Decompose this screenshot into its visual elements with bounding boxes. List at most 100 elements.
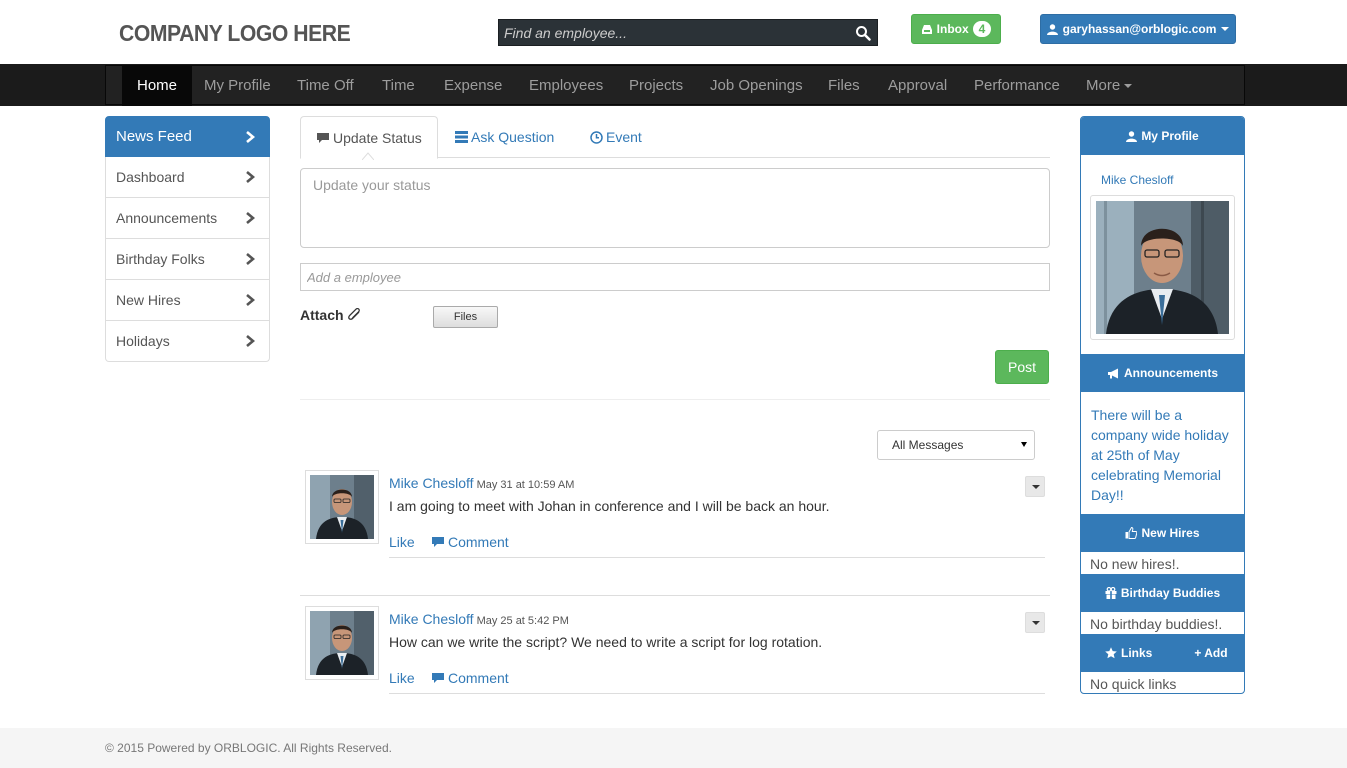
divider (300, 595, 1050, 596)
nav-approval[interactable]: Approval (873, 66, 962, 106)
nav-employees[interactable]: Employees (514, 66, 618, 106)
chevron-right-icon (246, 253, 255, 265)
nav-expense[interactable]: Expense (429, 66, 517, 106)
post-author-link[interactable]: Mike Chesloff (389, 475, 474, 491)
left-sidebar: News Feed Dashboard Announcements Birthd… (105, 116, 270, 362)
sidebar-item-birthday-folks[interactable]: Birthday Folks (105, 239, 270, 280)
right-sidebar: My Profile Mike Chesloff Announcements T… (1080, 116, 1245, 694)
caret-down-icon (1032, 485, 1040, 489)
search-icon[interactable] (855, 25, 871, 41)
nav-time[interactable]: Time (367, 66, 430, 106)
inbox-icon (921, 24, 932, 34)
comment-label: Comment (448, 534, 509, 550)
user-menu-button[interactable]: garyhassan@orblogic.com (1040, 14, 1236, 44)
panel-title: New Hires (1141, 526, 1200, 540)
nav-more[interactable]: More (1071, 66, 1147, 106)
thumbs-up-icon (1125, 527, 1138, 539)
sidebar-item-label: Birthday Folks (116, 251, 205, 267)
sidebar-item-announcements[interactable]: Announcements (105, 198, 270, 239)
post-author-link[interactable]: Mike Chesloff (389, 611, 474, 627)
like-link[interactable]: Like (389, 670, 415, 686)
comment-icon (432, 537, 444, 547)
tab-label: Event (606, 129, 642, 145)
user-icon (1046, 23, 1058, 35)
footer-copyright: © 2015 Powered by ORBLOGIC. All Rights R… (105, 741, 392, 755)
status-textarea[interactable] (300, 168, 1050, 248)
user-email: garyhassan@orblogic.com (1062, 22, 1217, 36)
sidebar-item-news-feed[interactable]: News Feed (105, 116, 270, 157)
inbox-label: Inbox (936, 22, 969, 36)
sidebar-item-label: Dashboard (116, 169, 185, 185)
chevron-right-icon (246, 294, 255, 306)
chevron-right-icon (246, 212, 255, 224)
tab-label: Ask Question (471, 129, 555, 145)
inbox-count-badge: 4 (972, 21, 992, 37)
attach-label: Attach (300, 307, 363, 323)
post-text: I am going to meet with Johan in confere… (389, 498, 830, 514)
tab-label: Update Status (333, 129, 422, 146)
star-icon (1105, 647, 1117, 659)
person-photo (310, 611, 374, 675)
person-photo (1096, 201, 1229, 334)
nav-home[interactable]: Home (122, 66, 193, 106)
nav-job-openings[interactable]: Job Openings (695, 66, 818, 106)
tab-ask-question[interactable]: Ask Question (440, 116, 569, 158)
nav-files[interactable]: Files (813, 66, 875, 106)
tab-pointer-arrow (362, 152, 374, 160)
comment-label: Comment (448, 670, 509, 686)
nav-performance[interactable]: Performance (959, 66, 1075, 106)
main-navbar: Home My Profile Time Off Time Expense Em… (0, 64, 1347, 106)
new-hires-header: New Hires (1081, 514, 1244, 552)
avatar[interactable] (305, 606, 379, 680)
post-options-dropdown[interactable] (1025, 612, 1045, 633)
announcement-text[interactable]: There will be a company wide holiday at … (1091, 405, 1236, 505)
tab-event[interactable]: Event (575, 116, 657, 158)
sidebar-item-holidays[interactable]: Holidays (105, 321, 270, 362)
birthday-empty-text: No birthday buddies!. (1090, 616, 1223, 632)
chevron-right-icon (246, 131, 255, 143)
list-icon (455, 131, 468, 143)
panel-title: Birthday Buddies (1120, 586, 1221, 600)
profile-photo[interactable] (1090, 195, 1235, 340)
post-date: May 25 at 5:42 PM (476, 615, 569, 627)
nav-more-label: More (1086, 77, 1121, 94)
sidebar-item-new-hires[interactable]: New Hires (105, 280, 270, 321)
like-link[interactable]: Like (389, 534, 415, 550)
post-button[interactable]: Post (995, 350, 1049, 384)
nav-my-profile[interactable]: My Profile (189, 66, 286, 106)
announcements-header: Announcements (1081, 354, 1244, 392)
sidebar-item-label: Holidays (116, 333, 170, 349)
comment-link[interactable]: Comment (431, 670, 509, 686)
dropdown-arrow-icon (1021, 442, 1027, 447)
sidebar-item-label: New Hires (116, 292, 181, 308)
caret-down-icon (1124, 84, 1133, 89)
gift-icon (1105, 587, 1117, 599)
profile-name-link[interactable]: Mike Chesloff (1101, 173, 1173, 187)
add-employee-input[interactable] (300, 263, 1050, 291)
add-link-button[interactable]: + Add (1194, 646, 1227, 660)
person-photo (310, 475, 374, 539)
comment-icon (432, 673, 444, 683)
panel-title: Links (1121, 646, 1153, 660)
message-filter-select[interactable]: All Messages (877, 430, 1035, 460)
attach-label-text: Attach (300, 307, 344, 323)
files-button[interactable]: Files (433, 306, 498, 328)
post-options-dropdown[interactable] (1025, 476, 1045, 497)
paperclip-icon (347, 307, 360, 320)
caret-down-icon (1032, 621, 1040, 625)
links-header: Links + Add (1081, 634, 1244, 672)
inbox-button[interactable]: Inbox 4 (911, 14, 1001, 44)
employee-search-input[interactable] (499, 20, 849, 45)
sidebar-item-label: Announcements (116, 210, 218, 226)
sidebar-item-dashboard[interactable]: Dashboard (105, 157, 270, 198)
avatar[interactable] (305, 470, 379, 544)
company-logo[interactable]: COMPANY LOGO HERE (119, 20, 351, 47)
nav-projects[interactable]: Projects (614, 66, 698, 106)
employee-search (498, 19, 878, 46)
birthday-buddies-header: Birthday Buddies (1081, 574, 1244, 612)
megaphone-icon (1107, 368, 1118, 378)
post-text: How can we write the script? We need to … (389, 634, 823, 650)
sidebar-item-label: News Feed (116, 128, 192, 145)
comment-link[interactable]: Comment (431, 534, 509, 550)
nav-time-off[interactable]: Time Off (282, 66, 369, 106)
